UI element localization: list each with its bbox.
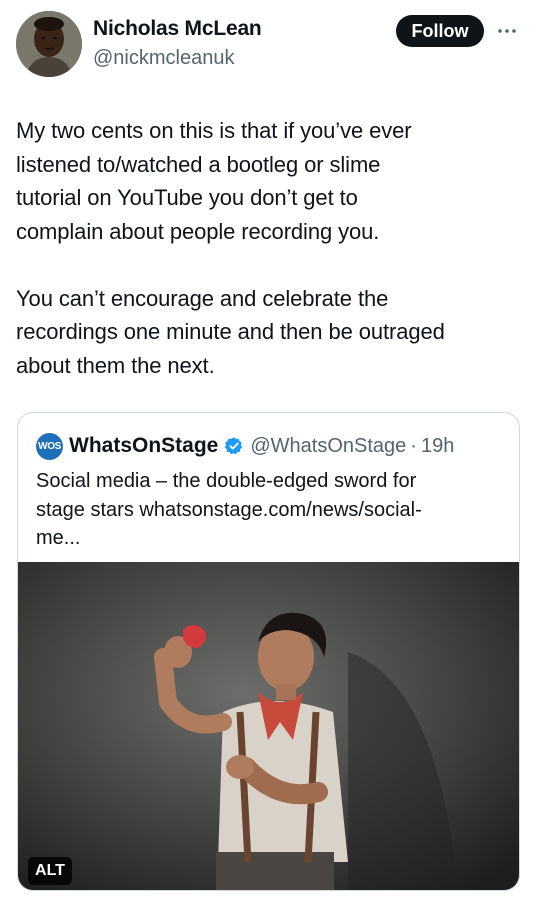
more-icon[interactable] [497,24,517,36]
author-avatar[interactable] [16,11,82,77]
separator-dot: · [410,434,417,457]
whatsonstage-logo-icon[interactable]: WOS [36,432,63,460]
quoted-text-line: Social media – the double-edged sword fo… [36,470,417,492]
quoted-timestamp[interactable]: 19h [421,435,454,458]
quoted-author-handle[interactable]: @WhatsOnStage [250,435,406,458]
quoted-text-line[interactable]: me... [36,524,506,553]
tweet-line: You can’t encourage and celebrate the [16,285,389,311]
follow-button[interactable]: Follow [396,15,484,47]
tweet-line: about them the next. [16,352,215,378]
tweet-text: My two cents on this is that if you’ve e… [16,114,521,382]
quoted-author-name[interactable]: WhatsOnStage [69,434,218,458]
quoted-text-line[interactable]: stage stars whatsonstage.com/news/social… [36,496,506,525]
tweet-line: recordings one minute and then be outrag… [16,319,445,344]
author-name[interactable]: Nicholas McLean [93,17,262,41]
verified-badge-icon [224,436,244,456]
quoted-tweet-text: Social media – the double-edged sword fo… [36,467,506,553]
quoted-tweet-card[interactable]: WOS WhatsOnStage @WhatsOnStage · 19h Soc… [17,412,520,891]
tweet-line: complain about people recording you. [16,218,380,244]
quoted-tweet-image[interactable]: ALT [18,562,519,890]
tweet-line: tutorial on YouTube you don’t get to [16,185,358,210]
tweet-line: listened to/watched a bootleg or slime [16,151,381,177]
tweet-line: My two cents on this is that if you’ve e… [16,118,412,143]
author-handle[interactable]: @nickmcleanuk [93,47,234,70]
alt-text-button[interactable]: ALT [28,857,72,885]
quoted-tweet-header: WOS WhatsOnStage @WhatsOnStage · 19h [36,432,454,460]
